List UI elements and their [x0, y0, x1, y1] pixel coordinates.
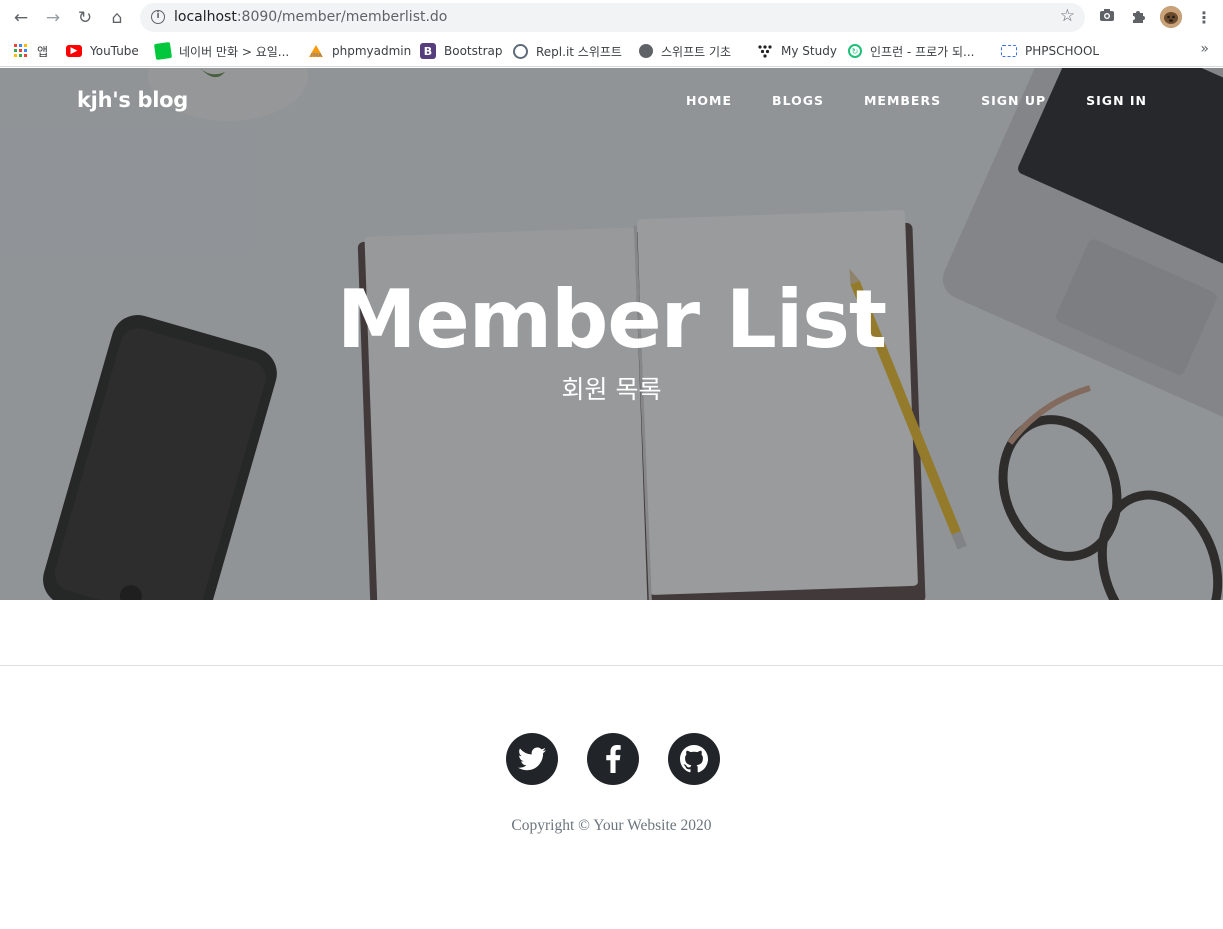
bookmark-apps[interactable]: 앱 [13, 41, 48, 61]
nav-sign-in[interactable]: SIGN IN [1086, 93, 1147, 108]
bookmark-swift-basics[interactable]: 스위프트 기초 [639, 41, 731, 61]
bookmark-naver-webtoon[interactable]: 네이버 만화 > 요일... [153, 41, 290, 61]
bookmark-bootstrap[interactable]: B Bootstrap [420, 41, 502, 61]
bookmark-label: Repl.it 스위프트 [536, 44, 622, 59]
twitter-link[interactable] [506, 733, 558, 785]
reload-icon[interactable]: ↻ [72, 5, 98, 31]
browser-toolbar: ← → ↻ ⌂ i localhost:8090/member/memberli… [0, 0, 1223, 35]
bookmarks-overflow-icon[interactable]: » [1200, 41, 1209, 57]
bookmark-label: YouTube [90, 44, 139, 58]
bookmark-label: 앱 [37, 44, 49, 59]
github-link[interactable] [668, 733, 720, 785]
bookmark-mystudy[interactable]: My Study [757, 41, 837, 61]
svg-text:PMA: PMA [311, 53, 322, 58]
camera-icon[interactable] [1097, 8, 1117, 28]
site-info-icon[interactable]: i [151, 10, 165, 24]
phpmyadmin-icon: PMA [308, 43, 324, 59]
bookmark-label: 스위프트 기초 [661, 44, 732, 59]
hero-header: kjh's blog HOME BLOGS MEMBERS SIGN UP SI… [0, 68, 1223, 600]
address-url[interactable]: localhost:8090/member/memberlist.do [174, 9, 447, 25]
replit-icon [513, 43, 528, 59]
bookmark-label: My Study [781, 44, 837, 58]
bootstrap-icon: B [420, 43, 436, 59]
forward-icon[interactable]: → [40, 5, 66, 31]
home-icon[interactable]: ⌂ [104, 5, 130, 31]
facebook-link[interactable] [587, 733, 639, 785]
twitter-icon [518, 747, 546, 771]
nav-sign-up[interactable]: SIGN UP [981, 93, 1046, 108]
page-title: Member List [336, 273, 887, 366]
bookmark-label: 네이버 만화 > 요일... [179, 44, 290, 59]
address-bar[interactable]: i localhost:8090/member/memberlist.do ☆ [140, 3, 1085, 32]
menu-kebab-icon[interactable]: ⋮ [1194, 8, 1214, 28]
bookmark-label: phpmyadmin [332, 44, 412, 58]
bookmark-inflearn[interactable]: ↻ 인프런 - 프로가 되... [848, 41, 975, 61]
bookmark-label: Bootstrap [444, 44, 503, 58]
nav-members[interactable]: MEMBERS [864, 93, 941, 108]
extensions-icon[interactable] [1128, 8, 1148, 28]
apps-grid-icon [13, 43, 29, 59]
bookmark-replit[interactable]: Repl.it 스위프트 [513, 41, 622, 61]
content-divider [0, 665, 1223, 666]
bookmarks-bar: 앱 ▶ YouTube 네이버 만화 > 요일... PMA phpmyadmi… [0, 35, 1223, 67]
naver-webtoon-icon [153, 41, 173, 61]
globe-icon [639, 44, 653, 58]
back-icon[interactable]: ← [8, 5, 34, 31]
main-nav: HOME BLOGS MEMBERS SIGN UP SIGN IN [686, 93, 1147, 108]
bookmark-label: 인프런 - 프로가 되... [870, 44, 975, 59]
site-brand[interactable]: kjh's blog [77, 88, 188, 112]
github-icon [680, 745, 708, 773]
social-links [506, 733, 720, 785]
bookmark-star-icon[interactable]: ☆ [1060, 6, 1075, 26]
facebook-icon [606, 745, 621, 773]
nav-blogs[interactable]: BLOGS [772, 93, 824, 108]
bookmark-phpmyadmin[interactable]: PMA phpmyadmin [308, 41, 411, 61]
phpschool-icon [1001, 45, 1017, 57]
mystudy-icon [757, 43, 773, 59]
nav-home[interactable]: HOME [686, 93, 732, 108]
bookmark-label: PHPSCHOOL [1025, 44, 1100, 58]
bookmark-phpschool[interactable]: PHPSCHOOL [1001, 41, 1099, 61]
inflearn-icon: ↻ [848, 44, 862, 58]
profile-avatar[interactable] [1160, 6, 1182, 28]
bookmark-youtube[interactable]: ▶ YouTube [66, 41, 139, 61]
youtube-icon: ▶ [66, 45, 82, 57]
copyright-text: Copyright © Your Website 2020 [511, 817, 712, 834]
page-subtitle: 회원 목록 [561, 375, 662, 404]
